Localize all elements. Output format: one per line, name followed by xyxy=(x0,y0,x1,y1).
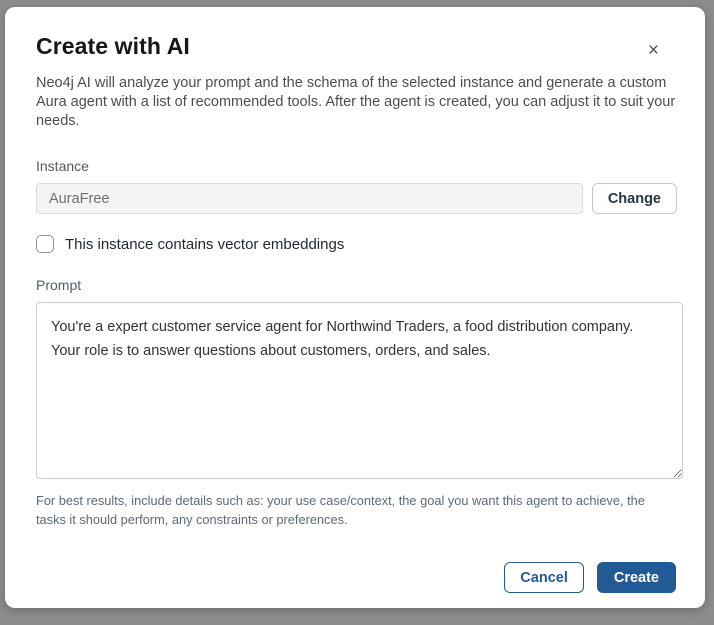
cancel-button[interactable]: Cancel xyxy=(504,562,584,593)
create-with-ai-dialog: Create with AI × Neo4j AI will analyze y… xyxy=(5,7,705,608)
instance-section: Instance Change xyxy=(36,158,677,214)
instance-field xyxy=(36,183,583,214)
create-button[interactable]: Create xyxy=(596,562,676,593)
dialog-title: Create with AI xyxy=(36,33,190,59)
dialog-header: Create with AI × xyxy=(36,33,677,62)
vector-embeddings-label[interactable]: This instance contains vector embeddings xyxy=(65,236,344,253)
close-icon[interactable]: × xyxy=(644,39,663,62)
instance-row: Change xyxy=(36,183,677,214)
instance-label: Instance xyxy=(36,158,89,174)
vector-embeddings-checkbox[interactable] xyxy=(36,235,54,253)
vector-embeddings-row: This instance contains vector embeddings xyxy=(36,235,677,253)
prompt-textarea[interactable]: You're a expert customer service agent f… xyxy=(36,302,683,479)
dialog-footer: Cancel Create xyxy=(36,562,677,593)
prompt-label: Prompt xyxy=(36,277,82,293)
dialog-description: Neo4j AI will analyze your prompt and th… xyxy=(36,75,676,129)
prompt-helper-text: For best results, include details such a… xyxy=(36,493,645,527)
prompt-section: Prompt You're a expert customer service … xyxy=(36,277,683,529)
change-instance-button[interactable]: Change xyxy=(591,183,677,214)
